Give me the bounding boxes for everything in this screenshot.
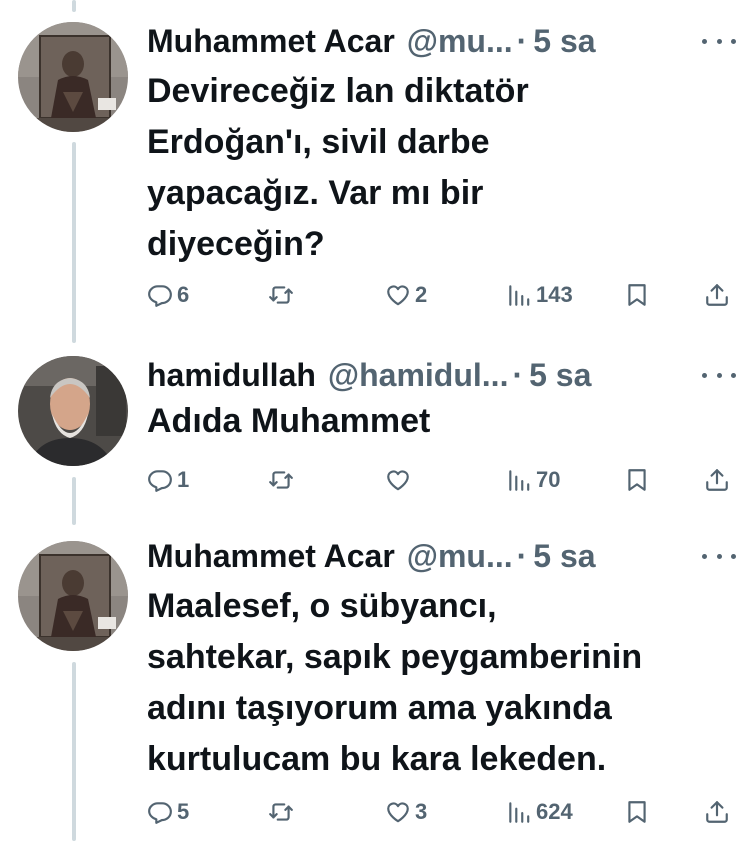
views-icon — [506, 282, 532, 308]
like-icon — [385, 282, 411, 308]
retweet-button[interactable] — [268, 792, 294, 832]
like-button[interactable] — [385, 460, 411, 500]
tweet-time[interactable]: 5 sa — [533, 533, 595, 579]
reply-button[interactable]: 6 — [147, 275, 189, 315]
tweet-text: Adıda Muhammet — [147, 402, 431, 440]
bookmark-button[interactable] — [624, 275, 650, 315]
share-button[interactable] — [704, 460, 730, 500]
more-icon[interactable] — [702, 26, 736, 56]
tweet[interactable]: Muhammet Acar @mu... · 5 sa Devireceğiz … — [0, 0, 750, 340]
bookmark-button[interactable] — [624, 792, 650, 832]
like-icon — [385, 467, 411, 493]
retweet-icon — [268, 467, 294, 493]
bookmark-icon — [624, 282, 650, 308]
reply-button[interactable]: 5 — [147, 792, 189, 832]
conversation-thread: Muhammet Acar @mu... · 5 sa Devireceğiz … — [0, 0, 750, 841]
view-count: 70 — [536, 467, 561, 492]
author-name[interactable]: Muhammet Acar — [147, 18, 395, 64]
bookmark-button[interactable] — [624, 460, 650, 500]
author-name[interactable]: Muhammet Acar — [147, 533, 395, 579]
reply-count: 5 — [177, 799, 190, 824]
avatar[interactable] — [18, 22, 128, 132]
retweet-button[interactable] — [268, 275, 294, 315]
tweet-text: Devireceğiz lan diktatör Erdoğan'ı, sivi… — [147, 72, 529, 263]
views-icon — [506, 467, 532, 493]
share-button[interactable] — [704, 792, 730, 832]
reply-button[interactable]: 1 — [147, 460, 189, 500]
reply-icon — [147, 467, 173, 493]
share-icon — [704, 799, 730, 825]
views-button[interactable]: 143 — [506, 275, 573, 315]
author-handle[interactable]: @mu... — [407, 533, 513, 579]
like-count: 3 — [415, 799, 428, 824]
reply-count: 6 — [177, 282, 190, 307]
tweet-header: hamidullah @hamidul... · 5 sa — [147, 352, 740, 398]
tweet-header: Muhammet Acar @mu... · 5 sa — [147, 18, 740, 64]
views-button[interactable]: 624 — [506, 792, 573, 832]
tweet[interactable]: hamidullah @hamidul... · 5 sa Adıda Muha… — [0, 340, 750, 525]
like-button[interactable]: 3 — [385, 792, 427, 832]
separator-dot: · — [516, 23, 528, 59]
view-count: 143 — [536, 282, 573, 307]
like-icon — [385, 799, 411, 825]
reply-icon — [147, 799, 173, 825]
views-icon — [506, 799, 532, 825]
share-icon — [704, 282, 730, 308]
author-handle[interactable]: @mu... — [407, 18, 513, 64]
bookmark-icon — [624, 799, 650, 825]
action-bar: 1 70 — [0, 460, 750, 500]
like-button[interactable]: 2 — [385, 275, 427, 315]
separator-dot: · — [512, 357, 524, 393]
share-button[interactable] — [704, 275, 730, 315]
retweet-icon — [268, 282, 294, 308]
retweet-button[interactable] — [268, 460, 294, 500]
action-bar: 5 3 624 — [0, 792, 750, 832]
more-icon[interactable] — [702, 360, 736, 390]
author-name[interactable]: hamidullah — [147, 352, 316, 398]
views-button[interactable]: 70 — [506, 460, 560, 500]
tweet-header: Muhammet Acar @mu... · 5 sa — [147, 533, 740, 579]
bookmark-icon — [624, 467, 650, 493]
avatar[interactable] — [18, 541, 128, 651]
view-count: 624 — [536, 799, 573, 824]
tweet-time[interactable]: 5 sa — [533, 18, 595, 64]
tweet-text: Maalesef, o sübyancı, sahtekar, sapık pe… — [147, 587, 643, 778]
action-bar: 6 2 143 — [0, 275, 750, 315]
share-icon — [704, 467, 730, 493]
tweet-time[interactable]: 5 sa — [529, 352, 591, 398]
separator-dot: · — [516, 538, 528, 574]
tweet[interactable]: Muhammet Acar @mu... · 5 sa Maalesef, o … — [0, 525, 750, 841]
reply-count: 1 — [177, 467, 190, 492]
avatar[interactable] — [18, 356, 128, 466]
like-count: 2 — [415, 282, 428, 307]
reply-icon — [147, 282, 173, 308]
author-handle[interactable]: @hamidul... — [328, 352, 509, 398]
retweet-icon — [268, 799, 294, 825]
more-icon[interactable] — [702, 541, 736, 571]
